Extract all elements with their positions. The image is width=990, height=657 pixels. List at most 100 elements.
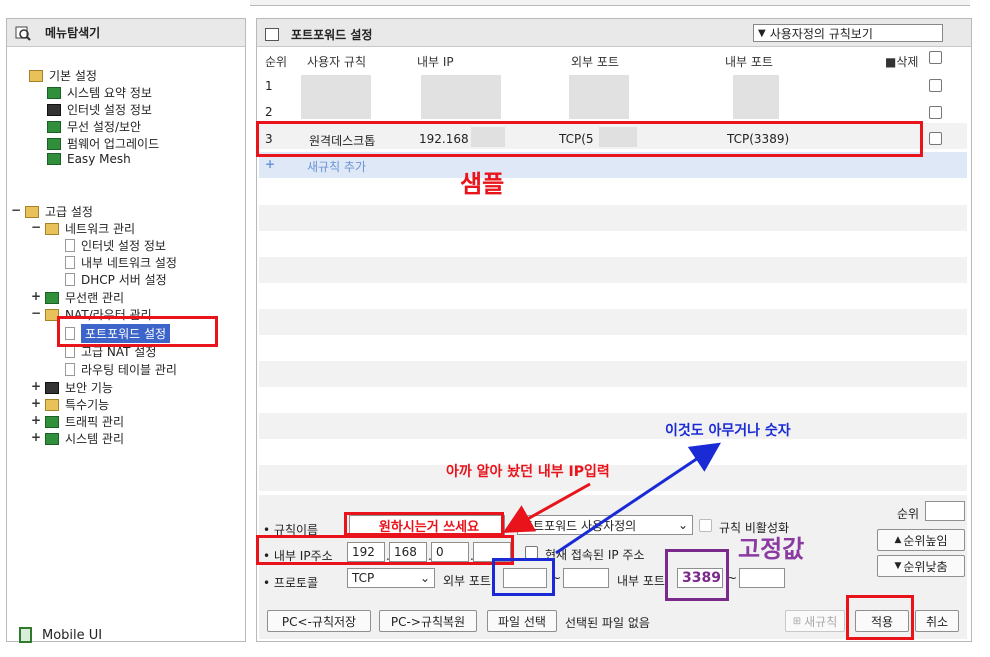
tree-item-label: 보안 기능 (65, 381, 113, 395)
tree-basic-settings-label: 기본 설정 (49, 69, 97, 83)
tree-item-dhcp[interactable]: DHCP 서버 설정 (65, 271, 167, 288)
new-rule-button[interactable]: ⊞ 새규칙 (785, 610, 845, 632)
restore-rules-from-pc-button[interactable]: PC->규칙복원 (379, 610, 477, 632)
row-rank: 1 (265, 79, 273, 93)
menu-explorer-header: 메뉴탐색기 (7, 19, 245, 47)
collapse-icon[interactable]: − (11, 203, 21, 217)
save-rules-to-pc-button[interactable]: PC<-규칙저장 (267, 610, 371, 632)
tree-item-label: 라우팅 테이블 관리 (81, 363, 177, 377)
tree-item-wireless[interactable]: 무선 설정/보안 (47, 118, 141, 135)
document-icon (65, 256, 75, 269)
tree-network[interactable]: 네트워크 관리 (45, 220, 135, 237)
file-select-button[interactable]: 파일 선택 (487, 610, 557, 632)
external-port-end-input[interactable] (563, 568, 609, 588)
tree-item-lan-setting[interactable]: 내부 네트워크 설정 (65, 254, 177, 271)
chart-icon (45, 432, 59, 445)
tree-item-label: 펌웨어 업그레이드 (67, 137, 160, 151)
col-external-port: 외부 포트 (571, 55, 619, 69)
annotation-fixed-value: 고정값 (738, 535, 805, 563)
col-internal-ip: 내부 IP (417, 55, 454, 69)
expand-icon[interactable]: + (31, 430, 41, 444)
expand-icon[interactable]: + (31, 396, 41, 410)
annotation-box-apply (846, 595, 914, 640)
tree-system[interactable]: 시스템 관리 (45, 430, 124, 447)
rule-view-select-value: 사용자정의 규칙보기 (769, 26, 873, 41)
protocol-label: • 프로토콜 (263, 576, 319, 590)
tree-traffic[interactable]: 트래픽 관리 (45, 413, 124, 430)
tree-basic-settings[interactable]: 기본 설정 (29, 67, 97, 84)
document-icon (65, 363, 75, 376)
row-delete-checkbox[interactable] (929, 106, 942, 119)
chevron-down-icon: ⌄ (677, 518, 688, 532)
tree-special[interactable]: 특수기능 (45, 396, 109, 413)
annotation-enter-ip: 아까 알아 놨던 내부 IP입력 (446, 464, 610, 480)
expand-icon[interactable]: + (31, 289, 41, 303)
caret-up-icon: ▲ (894, 535, 902, 545)
tree-item-internet-setting[interactable]: 인터넷 설정 정보 (65, 237, 166, 254)
tree-item-internet-info[interactable]: 인터넷 설정 정보 (47, 101, 152, 118)
cancel-button[interactable]: 취소 (915, 610, 959, 632)
upgrade-icon (47, 137, 61, 150)
tree-security[interactable]: 보안 기능 (45, 379, 113, 396)
rule-type-select[interactable]: 포트포워드 사용자정의 ⌄ (517, 515, 693, 535)
collapse-icon[interactable]: − (31, 306, 41, 320)
plus-icon: + (265, 157, 276, 171)
internal-port-label: 내부 포트 (617, 574, 665, 588)
internal-port-end-input[interactable] (739, 568, 785, 588)
tree-item-label: 무선랜 관리 (65, 291, 125, 305)
tree-item-label: Easy Mesh (67, 152, 131, 166)
mobile-ui-label: Mobile UI (42, 627, 103, 643)
chevron-down-icon: ⌄ (419, 571, 430, 585)
table-header: 순위 사용자 규칙 내부 IP 외부 포트 내부 포트 ■삭제 (257, 49, 971, 71)
tree-item-label: 무선 설정/보안 (67, 120, 142, 134)
tree-item-label: 인터넷 설정 정보 (67, 103, 152, 117)
rule-disable-checkbox[interactable] (699, 519, 712, 532)
tree-wireless-lan[interactable]: 무선랜 관리 (45, 289, 124, 306)
expand-icon[interactable]: + (31, 379, 41, 393)
protocol-value: TCP (352, 571, 375, 585)
menu-explorer-title: 메뉴탐색기 (45, 26, 101, 40)
row-delete-checkbox[interactable] (929, 132, 942, 145)
current-ip-label: 현재 접속된 IP 주소 (545, 548, 645, 562)
search-icon (15, 25, 31, 41)
rank-down-button[interactable]: ▼ 순위낮춤 (877, 555, 965, 577)
protocol-select[interactable]: TCP ⌄ (347, 568, 435, 588)
folder-icon (45, 398, 59, 411)
tree-advanced-settings-label: 고급 설정 (45, 205, 93, 219)
col-delete: ■삭제 (885, 55, 919, 69)
rank-up-label: 순위높임 (903, 533, 948, 548)
folder-icon (25, 205, 39, 218)
row-delete-checkbox[interactable] (929, 79, 942, 92)
collapse-icon[interactable]: − (31, 220, 41, 234)
select-all-checkbox[interactable] (929, 51, 942, 64)
tree-item-label: 트래픽 관리 (65, 415, 125, 429)
rank-up-button[interactable]: ▲ 순위높임 (877, 529, 965, 551)
chart-icon (47, 86, 61, 99)
tree-item-routing-table[interactable]: 라우팅 테이블 관리 (65, 361, 177, 378)
annotation-any-number: 이것도 아무거나 숫자 (665, 423, 791, 439)
annotation-box-internal-ip (256, 535, 514, 565)
mobile-ui-link[interactable]: Mobile UI (19, 627, 102, 643)
rank-down-label: 순위낮춤 (903, 559, 948, 574)
chevron-down-icon: ▼ (758, 27, 766, 39)
annotation-box-port-forward-menu (57, 316, 218, 347)
empty-row (259, 205, 967, 231)
expand-icon[interactable]: + (31, 413, 41, 427)
rule-type-value: 포트포워드 사용자정의 (522, 518, 637, 533)
new-rule-label: 새규칙 (804, 614, 838, 629)
row-rank: 2 (265, 105, 273, 119)
empty-row (259, 257, 967, 283)
tree-item-label: 시스템 관리 (65, 432, 125, 446)
folder-icon (45, 222, 59, 235)
tree-item-label: 특수기능 (65, 398, 110, 412)
tree-item-system-summary[interactable]: 시스템 요약 정보 (47, 84, 152, 101)
tree-advanced-settings[interactable]: 고급 설정 (25, 203, 93, 220)
annotation-box-rule-name (344, 512, 504, 536)
empty-row (259, 413, 967, 439)
tree-item-firmware[interactable]: 펌웨어 업그레이드 (47, 135, 159, 152)
rule-view-select[interactable]: ▼ 사용자정의 규칙보기 (753, 24, 943, 42)
traffic-icon (45, 415, 59, 428)
mobile-icon (19, 627, 32, 643)
tree-item-easy-mesh[interactable]: Easy Mesh (47, 152, 131, 166)
rank-input[interactable] (925, 501, 965, 521)
